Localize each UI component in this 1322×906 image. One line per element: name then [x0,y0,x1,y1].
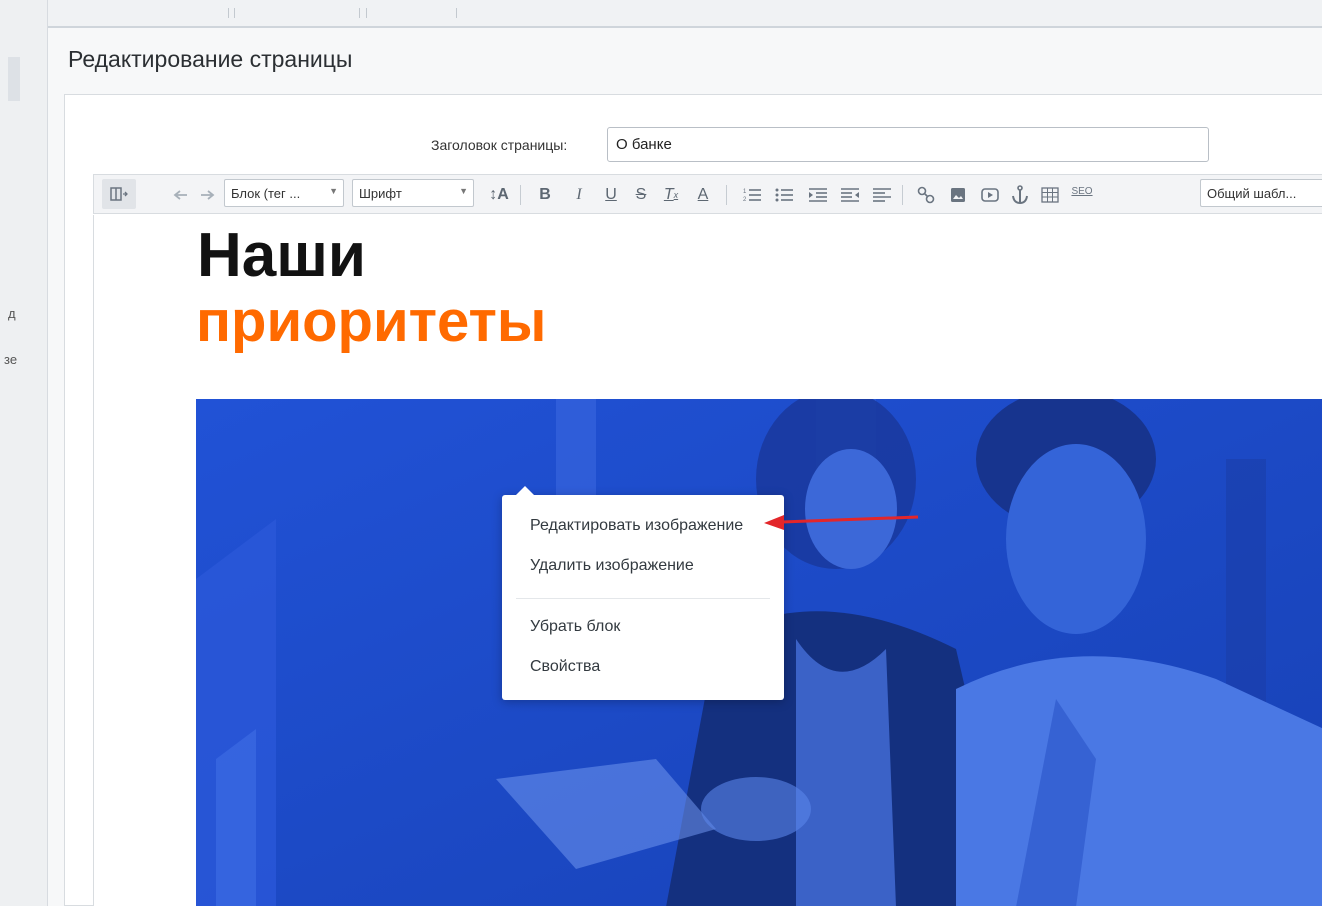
indent-icon[interactable] [806,183,830,207]
toolbar-separator [520,185,521,205]
font-size-icon[interactable]: ↕A [484,183,514,207]
bold-icon[interactable]: B [534,183,556,207]
svg-text:1: 1 [743,189,747,195]
app-window: д зе Редактирование страницы Заголовок с… [0,0,1322,906]
table-icon[interactable] [1038,183,1062,207]
menu-item-properties[interactable]: Свойства [530,658,600,676]
top-tab-bar [48,0,1322,28]
font-select[interactable]: Шрифт ▼ [352,179,474,207]
toolbar-separator [726,185,727,205]
outdent-icon[interactable] [838,183,862,207]
page-title-input[interactable]: О банке [607,127,1209,162]
link-icon[interactable] [914,183,938,207]
menu-item-delete-image[interactable]: Удалить изображение [530,557,694,575]
source-toggle-icon[interactable] [102,179,136,209]
undo-icon[interactable] [170,183,192,207]
toolbar-separator [902,185,903,205]
underline-icon[interactable]: U [600,183,622,207]
menu-item-edit-image[interactable]: Редактировать изображение [530,517,743,535]
image-icon[interactable] [946,183,970,207]
ordered-list-icon[interactable]: 12 [740,183,764,207]
redo-icon[interactable] [196,183,218,207]
edit-page-panel: Редактирование страницы Заголовок страни… [48,28,1322,906]
template-select[interactable]: Общий шабл... [1200,179,1322,207]
anchor-icon[interactable] [1008,183,1032,207]
page-title-row: Заголовок страницы: О банке [65,127,1322,163]
tab-divider [359,8,360,18]
clear-format-icon[interactable]: Tx [660,183,682,207]
panel-title: Редактирование страницы [68,46,353,72]
tab-divider [366,8,367,18]
sidebar-text-fragment: д [8,306,16,321]
annotation-arrow-icon [764,515,919,530]
menu-divider [516,598,770,599]
image-context-menu: Редактировать изображение Удалить изобра… [502,486,784,700]
editor-toolbar: Блок (тег ... ▼ Шрифт ▼ ↕A B I U S Tx A … [93,174,1322,214]
unordered-list-icon[interactable] [772,183,796,207]
chevron-down-icon: ▼ [459,186,468,196]
template-select-value: Общий шабл... [1207,186,1297,201]
strikethrough-icon[interactable]: S [630,183,652,207]
tab-divider [234,8,235,18]
seo-label: SEO [1071,185,1093,197]
block-format-value: Блок (тег ... [231,186,301,201]
font-select-value: Шрифт [359,186,402,201]
tab-divider [228,8,229,18]
block-format-select[interactable]: Блок (тег ... ▼ [224,179,344,207]
svg-text:2: 2 [743,197,747,203]
page-title-label: Заголовок страницы: [431,137,568,153]
video-icon[interactable] [978,183,1002,207]
align-icon[interactable] [870,183,894,207]
chevron-down-icon: ▼ [329,186,338,196]
sidebar-selected-item[interactable] [8,57,20,101]
text-color-icon[interactable]: A [692,183,714,207]
sidebar-text-fragment: зе [4,352,18,367]
seo-icon[interactable]: SEO [1070,179,1094,203]
left-sidebar: д зе [0,0,48,906]
content-heading-line2: приоритеты [196,289,547,354]
italic-icon[interactable]: I [568,183,590,207]
tab-divider [456,8,457,18]
menu-item-remove-block[interactable]: Убрать блок [530,618,620,636]
content-heading-line1: Наши [197,221,367,290]
